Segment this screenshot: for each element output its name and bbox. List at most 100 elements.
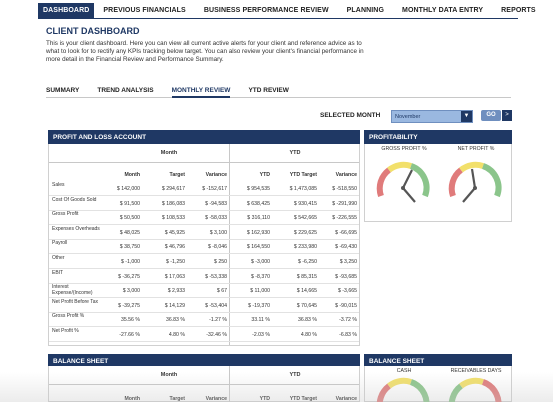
gauge-needle-value (462, 187, 476, 203)
row-label: Net Profit Before Tax (52, 298, 99, 305)
table-row: EBIT $ -36,275 $ 17,063 $ -53,338 $ -8,370 $ … (49, 270, 359, 284)
table-cell: $ 2,933 (167, 288, 185, 295)
top-navigation: DASHBOARD PREVIOUS FINANCIALS BUSINESS P… (38, 3, 536, 19)
receivables-days-gauge (448, 377, 502, 402)
table-cell: 36.83 % (165, 317, 185, 324)
table-cell: $ 11,000 (250, 288, 270, 295)
table-cell: $ 3,100 (209, 229, 227, 236)
gauge-label-net-profit: NET PROFIT % (457, 146, 495, 152)
table-cell: -1.27 % (209, 317, 227, 324)
page-intro: This is your client dashboard. Here you … (46, 40, 364, 63)
pl-col-ytd-variance: Variance (335, 172, 357, 178)
nav-previous-financials[interactable]: PREVIOUS FINANCIALS (94, 3, 194, 18)
pl-col-target: Target (169, 172, 185, 178)
month-select[interactable]: November ▼ (391, 110, 473, 123)
gauge-label-gross-profit: GROSS PROFIT % (381, 146, 427, 152)
table-cell: 4.80 % (168, 332, 185, 338)
table-cell: 36.83 % (297, 317, 317, 324)
pl-table: Month YTD Month Target Variance YTD YTD … (48, 144, 360, 346)
row-label: Net Profit % (52, 328, 79, 334)
table-cell: $ 930,415 (293, 200, 317, 207)
tab-trend-analysis[interactable]: TREND ANALYSIS (97, 86, 153, 98)
table-cell: $ 17,063 (164, 273, 185, 280)
pl-group-month: Month (160, 150, 178, 156)
table-cell: $ 45,925 (164, 229, 185, 236)
table-row: Sales $ 142,000 $ 294,617 $ -152,617 $ 954,5… (49, 182, 359, 196)
bs-col-ytd: YTD (259, 396, 270, 402)
table-cell: $ 638,425 (246, 200, 270, 207)
tab-summary[interactable]: SUMMARY (46, 86, 79, 98)
table-cell: -27.66 % (119, 332, 140, 338)
table-cell: $ -3,665 (337, 288, 357, 295)
table-cell: $ -66,695 (335, 229, 357, 236)
nav-reports[interactable]: REPORTS (492, 3, 545, 18)
row-label: EBIT (52, 269, 64, 276)
bs-col-month: Month (124, 396, 140, 402)
pl-col-variance: Variance (205, 172, 227, 178)
table-cell: 35.56 % (120, 317, 140, 324)
tab-monthly-review[interactable]: MONTHLY REVIEW (171, 86, 231, 98)
table-cell: $ 85,315 (296, 273, 317, 280)
table-cell: -32.46 % (206, 332, 227, 338)
sub-tabs: SUMMARY TREND ANALYSIS MONTHLY REVIEW YT… (46, 86, 511, 98)
table-cell: $ 38,750 (119, 244, 140, 251)
table-cell: $ 954,535 (246, 186, 270, 192)
table-cell: $ -8,370 (250, 273, 270, 280)
profitability-panel: GROSS PROFIT % NET PROFIT % (364, 144, 512, 222)
table-row: Interest Expense/(Income) $ 3,000 $ 2,933 $… (49, 284, 359, 299)
bs-col-target: Target (169, 396, 185, 402)
table-row: Net Profit Before Tax $ -39,275 $ 14,129 $ … (49, 299, 359, 313)
table-cell: $ 46,796 (164, 244, 185, 251)
table-cell: $ -1,000 (120, 259, 140, 265)
table-cell: $ 48,025 (119, 229, 140, 236)
page-title: CLIENT DASHBOARD (46, 26, 140, 36)
table-row: Expenses Overheads $ 48,025 $ 45,925 $ 3,10… (49, 226, 359, 240)
table-cell: $ 14,129 (164, 302, 185, 309)
nav-dashboard[interactable]: DASHBOARD (38, 3, 95, 18)
table-cell: $ -36,275 (118, 273, 140, 280)
go-arrow-button[interactable]: > (502, 110, 512, 121)
table-cell: $ -53,338 (205, 273, 227, 280)
nav-monthly-data-entry[interactable]: MONTHLY DATA ENTRY (393, 3, 492, 18)
go-button[interactable]: GO (481, 110, 501, 121)
table-cell: $ 3,250 (339, 259, 357, 265)
table-cell: $ 50,500 (119, 215, 140, 222)
gauge-needle-value (402, 187, 416, 203)
balance-sheet-gauges (376, 377, 502, 402)
table-cell: $ 233,980 (293, 244, 317, 251)
table-cell: $ 294,617 (161, 186, 185, 192)
nav-business-performance-review[interactable]: BUSINESS PERFORMANCE REVIEW (195, 3, 338, 18)
table-cell: $ -94,583 (205, 200, 227, 207)
tab-ytd-review[interactable]: YTD REVIEW (248, 86, 288, 98)
table-cell: $ 14,665 (296, 288, 317, 295)
bs-group-month: Month (160, 372, 178, 378)
table-cell: $ -19,370 (248, 302, 270, 309)
row-label: Interest Expense/(Income) (52, 284, 93, 296)
selected-month-label: SELECTED MONTH (320, 112, 381, 119)
table-cell: $ 186,083 (161, 200, 185, 207)
table-row: Other $ -1,000 $ -1,250 $ 250 $ -3,000 $ -6,2… (49, 255, 359, 269)
table-cell: $ 316,110 (247, 215, 270, 222)
table-cell: $ 250 (214, 259, 227, 265)
table-cell: $ -1,250 (165, 259, 185, 265)
table-cell: $ 164,550 (246, 244, 270, 251)
table-cell: $ -3,000 (250, 259, 270, 265)
row-label: Gross Profit % (52, 313, 85, 320)
chevron-down-icon[interactable]: ▼ (461, 111, 472, 122)
table-cell: $ -291,990 (332, 200, 357, 207)
gauge-needle (402, 169, 413, 189)
bs-col-ytd-variance: Variance (335, 396, 357, 402)
pl-panel-title: PROFIT AND LOSS ACCOUNT (48, 130, 360, 144)
table-cell: $ -58,033 (205, 215, 227, 222)
row-label: Cost Of Goods Sold (52, 196, 97, 203)
table-cell: $ 542,665 (293, 215, 317, 222)
table-row: Cost Of Goods Sold $ 91,500 $ 186,083 $ -94… (49, 197, 359, 211)
nav-planning[interactable]: PLANNING (338, 3, 393, 18)
row-label: Gross Profit (52, 211, 79, 218)
table-cell: -3.72 % (339, 317, 357, 324)
table-cell: 4.80 % (300, 332, 317, 338)
bs-col-variance: Variance (205, 396, 227, 402)
month-select-value: November (395, 114, 421, 120)
table-cell: $ 3,000 (122, 288, 140, 295)
bs-header-divider (49, 384, 359, 385)
